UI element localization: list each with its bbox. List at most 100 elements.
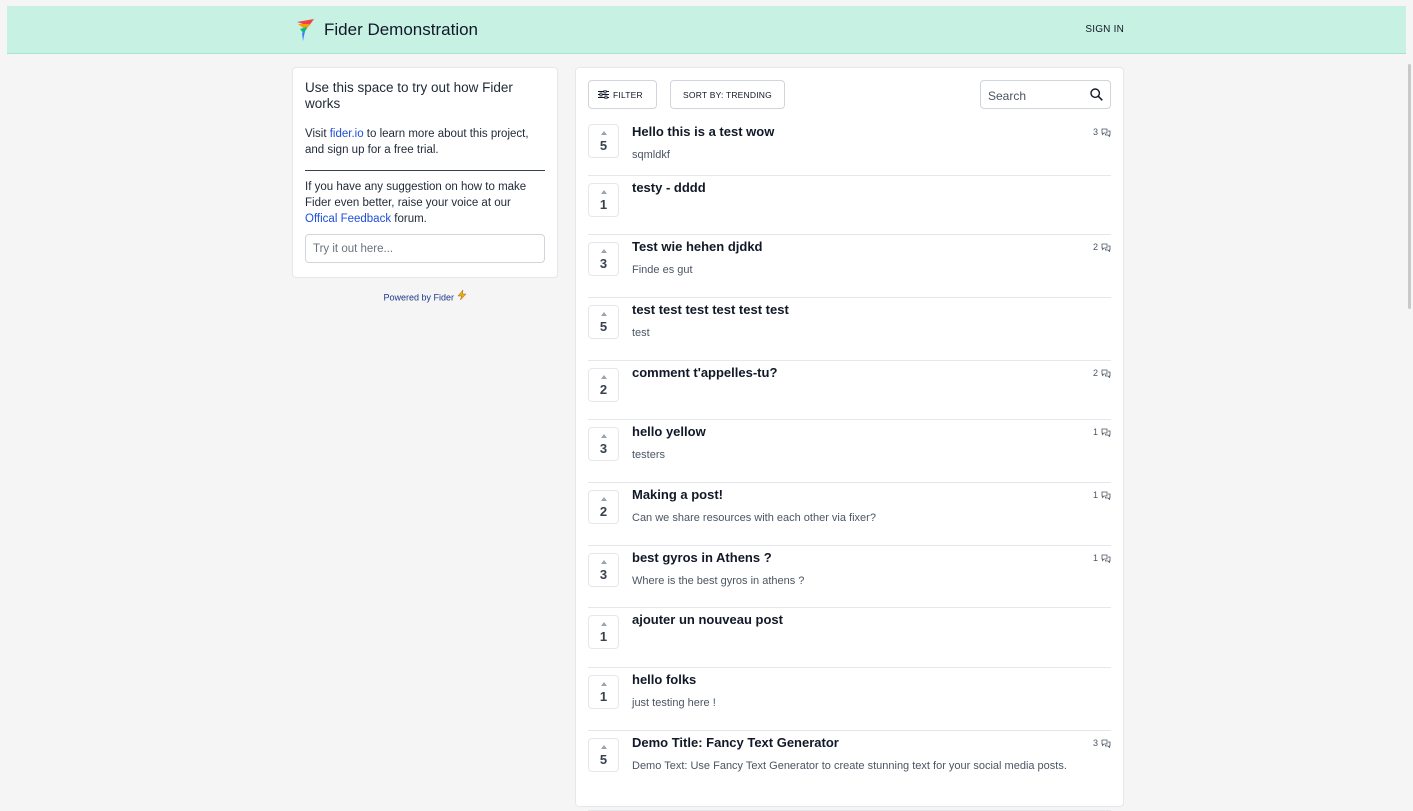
- vote-button[interactable]: 3: [588, 242, 619, 276]
- sidebar-feedback: If you have any suggestion on how to mak…: [305, 179, 545, 227]
- post-title[interactable]: best gyros in Athens ?: [632, 550, 772, 566]
- post-title[interactable]: Demo Title: Fancy Text Generator: [632, 735, 839, 751]
- caret-up-icon: [601, 622, 607, 626]
- vote-button[interactable]: 5: [588, 738, 619, 772]
- caret-up-icon: [601, 312, 607, 316]
- sign-in-link[interactable]: SIGN IN: [1085, 6, 1124, 54]
- search-input[interactable]: [986, 81, 1090, 110]
- sort-button[interactable]: SORT BY: TRENDING: [670, 80, 785, 109]
- caret-up-icon: [601, 497, 607, 501]
- post-description: Can we share resources with each other v…: [632, 512, 876, 524]
- post-toolbar: FILTER SORT BY: TRENDING: [588, 80, 1111, 110]
- top-header: Fider Demonstration SIGN IN: [7, 6, 1406, 54]
- filter-button[interactable]: FILTER: [588, 80, 657, 109]
- vote-button[interactable]: 2: [588, 490, 619, 524]
- post-item[interactable]: 2 Making a post! Can we share resources wi…: [588, 482, 1111, 546]
- fider-logo-icon: [297, 19, 314, 41]
- caret-up-icon: [601, 434, 607, 438]
- vote-button[interactable]: 2: [588, 368, 619, 402]
- comment-count: 2: [1093, 368, 1111, 378]
- comment-count-value: 3: [1092, 738, 1098, 748]
- post-item[interactable]: 5 test test test test test test test: [588, 297, 1111, 361]
- post-item[interactable]: 3 hello yellow testers 1: [588, 419, 1111, 483]
- post-item[interactable]: 1 ajouter un nouveau post: [588, 607, 1111, 668]
- caret-up-icon: [601, 682, 607, 686]
- comment-count-value: 2: [1092, 242, 1098, 252]
- caret-up-icon: [601, 375, 607, 379]
- vote-count: 5: [599, 752, 608, 767]
- vote-count: 3: [599, 567, 608, 582]
- post-description: testers: [632, 449, 666, 461]
- vote-count: 1: [599, 629, 608, 644]
- caret-up-icon: [601, 131, 607, 135]
- post-item[interactable]: 5 Hello this is a test wow sqmldkf 3: [588, 123, 1111, 176]
- post-title[interactable]: hello yellow: [632, 424, 706, 440]
- post-item[interactable]: 5 Demo Title: Fancy Text Generator Demo Te…: [588, 730, 1111, 811]
- vote-count: 3: [599, 256, 608, 271]
- speech-bubbles-icon: [1101, 428, 1111, 437]
- search-icon[interactable]: [1090, 88, 1103, 101]
- sidebar-card: Use this space to try out how Fider work…: [292, 67, 558, 278]
- comment-count-value: 1: [1092, 553, 1098, 563]
- post-list-card: FILTER SORT BY: TRENDING 5 Hello this is …: [575, 67, 1124, 811]
- feedback-text-after: forum.: [391, 213, 427, 225]
- comment-count-value: 3: [1092, 127, 1098, 137]
- speech-bubbles-icon: [1101, 369, 1111, 378]
- official-feedback-link[interactable]: Offical Feedback: [305, 213, 391, 225]
- vote-count: 2: [599, 382, 608, 397]
- speech-bubbles-icon: [1101, 739, 1111, 748]
- sidebar-heading: Use this space to try out how Fider work…: [305, 80, 513, 111]
- vote-count: 5: [599, 138, 608, 153]
- post-description: Finde es gut: [632, 264, 693, 276]
- vote-button[interactable]: 3: [588, 553, 619, 587]
- post-title[interactable]: testy - dddd: [632, 180, 706, 196]
- post-title[interactable]: comment t'appelles-tu?: [632, 365, 777, 381]
- vote-count: 2: [599, 504, 608, 519]
- post-description: Where is the best gyros in athens ?: [632, 575, 805, 587]
- vote-count: 3: [599, 441, 608, 456]
- post-description: test: [632, 327, 650, 339]
- caret-up-icon: [601, 190, 607, 194]
- brand[interactable]: Fider Demonstration: [294, 6, 478, 54]
- comment-count-value: 2: [1092, 368, 1098, 378]
- caret-up-icon: [601, 249, 607, 253]
- vote-button[interactable]: 5: [588, 124, 619, 158]
- intro-text-before: Visit: [305, 128, 330, 140]
- vote-button[interactable]: 1: [588, 675, 619, 709]
- feedback-text-before: If you have any suggestion on how to mak…: [305, 181, 527, 209]
- post-title[interactable]: Making a post!: [632, 487, 723, 503]
- fider-io-link[interactable]: fider.io: [330, 128, 364, 140]
- vote-button[interactable]: 1: [588, 183, 619, 217]
- scrollbar-thumb[interactable]: [1408, 64, 1411, 309]
- search-box[interactable]: [980, 80, 1111, 110]
- post-description: Demo Text: Use Fancy Text Generator to c…: [632, 760, 1067, 772]
- comment-count: 1: [1093, 490, 1111, 500]
- page-scrollbar[interactable]: [1406, 54, 1413, 792]
- vote-button[interactable]: 1: [588, 615, 619, 649]
- post-title[interactable]: Test wie hehen djdkd: [632, 239, 763, 255]
- speech-bubbles-icon: [1101, 128, 1111, 137]
- vote-count: 1: [599, 689, 608, 704]
- post-item[interactable]: 3 best gyros in Athens ? Where is the best…: [588, 545, 1111, 608]
- vote-button[interactable]: 5: [588, 305, 619, 339]
- post-title[interactable]: test test test test test test: [632, 302, 789, 318]
- sliders-icon: [598, 90, 609, 99]
- comment-count: 2: [1093, 242, 1111, 252]
- comment-count-value: 1: [1092, 427, 1098, 437]
- post-item[interactable]: 1 hello folks just testing here !: [588, 667, 1111, 731]
- powered-by-fider[interactable]: Powered by Fider: [292, 289, 558, 303]
- vote-button[interactable]: 3: [588, 427, 619, 461]
- try-it-input[interactable]: [305, 234, 545, 263]
- post-description: just testing here !: [632, 697, 716, 709]
- comment-count: 3: [1093, 127, 1111, 137]
- comment-count: 1: [1093, 427, 1111, 437]
- post-description: sqmldkf: [632, 149, 670, 161]
- post-item[interactable]: 1 testy - dddd: [588, 175, 1111, 235]
- post-title[interactable]: ajouter un nouveau post: [632, 612, 783, 628]
- post-item[interactable]: 3 Test wie hehen djdkd Finde es gut 2: [588, 234, 1111, 298]
- caret-up-icon: [601, 560, 607, 564]
- post-title[interactable]: hello folks: [632, 672, 696, 688]
- post-item[interactable]: 2 comment t'appelles-tu? 2: [588, 360, 1111, 420]
- post-title[interactable]: Hello this is a test wow: [632, 124, 774, 140]
- filter-label: FILTER: [613, 89, 643, 100]
